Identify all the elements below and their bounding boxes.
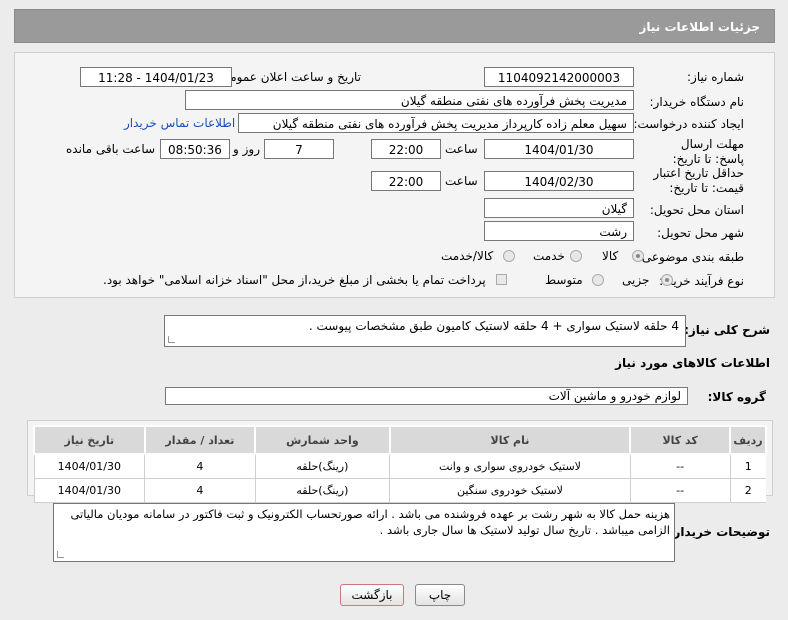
resize-grip xyxy=(57,551,64,558)
col-name: نام کالا xyxy=(388,425,632,455)
deadline-time-label: ساعت xyxy=(445,142,478,156)
remaining-label: ساعت باقی مانده xyxy=(66,142,156,156)
goods-group-label: گروه کالا: xyxy=(707,390,766,404)
requester-label: ایجاد کننده درخواست: xyxy=(633,117,744,131)
category-label: طبقه بندی موضوعی: xyxy=(637,250,744,264)
cell-date: 1404/01/30 xyxy=(33,454,145,479)
requester-field: سهیل معلم زاده کارپرداز مدیریت پخش فرآور… xyxy=(238,113,634,133)
print-button[interactable]: چاپ xyxy=(415,584,465,606)
cell-name: لاستیک خودروی سواری و وانت xyxy=(389,454,631,479)
contact-buyer-link[interactable]: اطلاعات تماس خریدار xyxy=(124,116,235,130)
description-label: شرح کلی نیاز: xyxy=(684,323,770,337)
province-label: استان محل تحویل: xyxy=(649,203,744,217)
announce-field: 1404/01/23 - 11:28 xyxy=(80,67,232,87)
process-minor-label: جزیی xyxy=(622,273,650,287)
cell-qty: 4 xyxy=(144,454,256,479)
col-row: ردیف xyxy=(729,425,767,455)
category-goods-radio[interactable] xyxy=(632,250,644,262)
process-medium-label: متوسط xyxy=(545,273,583,287)
cell-code: -- xyxy=(629,478,730,503)
table-row: 2 -- لاستیک خودروی سنگین (رینگ)حلقه 4 14… xyxy=(33,478,766,503)
buyer-notes-label: توضیحات خریدار: xyxy=(668,525,770,539)
validity-label-text: حداقل تاریخ اعتبار قیمت: تا تاریخ: xyxy=(653,166,744,195)
buyer-label: نام دستگاه خریدار: xyxy=(649,95,745,109)
deadline-time-field: 22:00 xyxy=(371,139,441,159)
need-number-field: 1104092142000003 xyxy=(484,67,634,87)
cell-name: لاستیک خودروی سنگین xyxy=(389,478,631,503)
buyer-notes-textarea[interactable]: هزینه حمل کالا به شهر رشت بر عهده فروشند… xyxy=(53,503,675,562)
cell-qty: 4 xyxy=(144,478,256,503)
cell-unit: (رینگ)حلقه xyxy=(254,454,390,479)
need-number-label: شماره نیاز: xyxy=(687,70,744,84)
goods-table-panel: ردیف کد کالا نام کالا واحد شمارش تعداد /… xyxy=(27,420,773,503)
process-medium-radio[interactable] xyxy=(592,274,604,286)
buyer-field: مدیریت پخش فرآورده های نفتی منطقه گیلان xyxy=(185,90,634,110)
category-both-label: کالا/خدمت xyxy=(441,249,494,263)
col-code: کد کالا xyxy=(629,425,731,455)
deadline-label-text: مهلت ارسال پاسخ: تا تاریخ: xyxy=(672,137,744,166)
payment-note: پرداخت تمام یا بخشی از مبلغ خرید،از محل … xyxy=(103,273,486,287)
city-label: شهر محل تحویل: xyxy=(657,226,744,240)
cell-code: -- xyxy=(629,454,730,479)
province-field: گیلان xyxy=(484,198,634,218)
process-minor-radio[interactable] xyxy=(661,274,673,286)
validity-date-field: 1404/02/30 xyxy=(484,171,634,191)
col-unit: واحد شمارش xyxy=(254,425,391,455)
cell-unit: (رینگ)حلقه xyxy=(254,478,390,503)
category-goods-label: کالا xyxy=(602,249,619,263)
goods-section-title: اطلاعات کالاهای مورد نیاز xyxy=(615,356,770,370)
treasury-payment-checkbox[interactable] xyxy=(496,274,507,285)
col-date: تاریخ نیاز xyxy=(33,425,146,455)
goods-table: ردیف کد کالا نام کالا واحد شمارش تعداد /… xyxy=(33,425,767,503)
deadline-date-field: 1404/01/30 xyxy=(484,139,634,159)
page-title-text: جزئیات اطلاعات نیاز xyxy=(639,20,760,34)
announce-label: تاریخ و ساعت اعلان عمومی: xyxy=(216,70,361,84)
validity-time-field: 22:00 xyxy=(371,171,441,191)
cell-date: 1404/01/30 xyxy=(33,478,145,503)
remaining-time-field: 08:50:36 xyxy=(160,139,230,159)
page-title: جزئیات اطلاعات نیاز xyxy=(14,9,775,43)
col-qty: تعداد / مقدار xyxy=(143,425,257,455)
days-label: روز و xyxy=(233,142,260,156)
description-textarea[interactable]: 4 حلقه لاستیک سواری + 4 حلقه لاستیک کامی… xyxy=(164,315,686,347)
description-text: 4 حلقه لاستیک سواری + 4 حلقه لاستیک کامی… xyxy=(308,319,679,333)
table-row: 1 -- لاستیک خودروی سواری و وانت (رینگ)حل… xyxy=(33,454,766,479)
category-service-radio[interactable] xyxy=(570,250,582,262)
buyer-notes-text: هزینه حمل کالا به شهر رشت بر عهده فروشند… xyxy=(70,507,670,537)
days-field: 7 xyxy=(264,139,334,159)
deadline-label: مهلت ارسال پاسخ: تا تاریخ: xyxy=(664,137,744,167)
category-both-radio[interactable] xyxy=(503,250,515,262)
cell-row: 2 xyxy=(729,478,766,503)
validity-label: حداقل تاریخ اعتبار قیمت: تا تاریخ: xyxy=(629,166,744,196)
table-header-row: ردیف کد کالا نام کالا واحد شمارش تعداد /… xyxy=(33,425,767,455)
cell-row: 1 xyxy=(729,454,766,479)
category-service-label: خدمت xyxy=(533,249,565,263)
goods-group-field: لوازم خودرو و ماشین آلات xyxy=(165,387,688,405)
back-button[interactable]: بازگشت xyxy=(340,584,404,606)
city-field: رشت xyxy=(484,221,634,241)
validity-time-label: ساعت xyxy=(445,174,478,188)
resize-grip xyxy=(168,336,175,343)
